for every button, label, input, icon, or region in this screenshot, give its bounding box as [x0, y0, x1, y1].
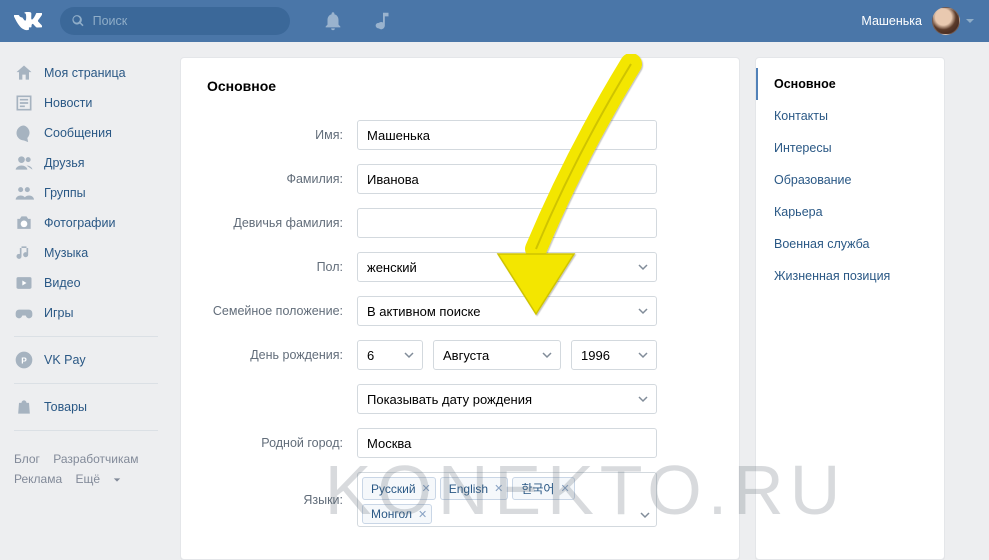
- video-icon: [14, 273, 34, 293]
- label-languages: Языки:: [207, 493, 357, 507]
- label-hometown: Родной город:: [207, 436, 357, 450]
- lang-token: 한국어✕: [512, 477, 574, 500]
- chevron-down-icon: [542, 350, 552, 360]
- news-icon: [14, 93, 34, 113]
- nav-messages[interactable]: Сообщения: [14, 118, 170, 148]
- chevron-down-icon[interactable]: [965, 16, 975, 26]
- lang-token: Монгол✕: [362, 504, 432, 524]
- chevron-down-icon: [638, 394, 648, 404]
- label-name: Имя:: [207, 128, 357, 142]
- chevron-down-icon: [640, 510, 650, 520]
- music-icon[interactable]: [372, 10, 394, 32]
- tab-life-position[interactable]: Жизненная позиция: [756, 260, 944, 292]
- chevron-down-icon: [638, 350, 648, 360]
- surname-input[interactable]: [357, 164, 657, 194]
- tab-interests[interactable]: Интересы: [756, 132, 944, 164]
- svg-text:P: P: [21, 355, 27, 365]
- home-icon: [14, 63, 34, 83]
- nav-groups[interactable]: Группы: [14, 178, 170, 208]
- edit-profile-card: Основное Имя: Фамилия: Девичья фамилия: …: [180, 57, 740, 560]
- remove-token-icon[interactable]: ✕: [560, 482, 569, 495]
- footer-links: Блог Разработчикам Реклама Ещё: [14, 439, 170, 489]
- relationship-select[interactable]: В активном поиске: [357, 296, 657, 326]
- lang-token: English✕: [440, 477, 509, 500]
- nav-my-page[interactable]: Моя страница: [14, 58, 170, 88]
- content-wrap: Моя страница Новости Сообщения Друзья Гр…: [0, 42, 989, 560]
- bday-visibility-select[interactable]: Показывать дату рождения: [357, 384, 657, 414]
- label-surname: Фамилия:: [207, 172, 357, 186]
- left-nav: Моя страница Новости Сообщения Друзья Гр…: [0, 50, 170, 560]
- settings-tabs: Основное Контакты Интересы Образование К…: [755, 57, 945, 560]
- tab-education[interactable]: Образование: [756, 164, 944, 196]
- search-input[interactable]: [93, 14, 278, 28]
- name-input[interactable]: [357, 120, 657, 150]
- notifications-icon[interactable]: [322, 10, 344, 32]
- avatar[interactable]: [932, 7, 960, 35]
- sex-select[interactable]: женский: [357, 252, 657, 282]
- app-header: Машенька: [0, 0, 989, 42]
- footer-ads[interactable]: Реклама: [14, 472, 62, 486]
- bday-year-select[interactable]: 1996: [571, 340, 657, 370]
- search-box[interactable]: [60, 7, 290, 35]
- music-note-icon: [14, 243, 34, 263]
- vkpay-icon: P: [14, 350, 34, 370]
- nav-video[interactable]: Видео: [14, 268, 170, 298]
- footer-blog[interactable]: Блог: [14, 452, 40, 466]
- remove-token-icon[interactable]: ✕: [418, 508, 427, 521]
- languages-select[interactable]: Русский✕ English✕ 한국어✕ Монгол✕: [357, 472, 657, 527]
- tab-contacts[interactable]: Контакты: [756, 100, 944, 132]
- nav-news[interactable]: Новости: [14, 88, 170, 118]
- friends-icon: [14, 153, 34, 173]
- games-icon: [14, 303, 34, 323]
- tab-career[interactable]: Карьера: [756, 196, 944, 228]
- nav-goods[interactable]: Товары: [14, 392, 170, 422]
- remove-token-icon[interactable]: ✕: [422, 482, 431, 495]
- chevron-down-icon: [404, 350, 414, 360]
- label-maiden: Девичья фамилия:: [207, 216, 357, 230]
- label-sex: Пол:: [207, 260, 357, 274]
- nav-vkpay[interactable]: PVK Pay: [14, 345, 170, 375]
- bday-day-select[interactable]: 6: [357, 340, 423, 370]
- nav-games[interactable]: Игры: [14, 298, 170, 328]
- tab-military[interactable]: Военная служба: [756, 228, 944, 260]
- chevron-down-icon: [638, 306, 648, 316]
- vk-logo[interactable]: [14, 7, 42, 35]
- footer-dev[interactable]: Разработчикам: [53, 452, 138, 466]
- card-title: Основное: [207, 78, 713, 94]
- remove-token-icon[interactable]: ✕: [494, 482, 503, 495]
- lang-token: Русский✕: [362, 477, 436, 500]
- groups-icon: [14, 183, 34, 203]
- hometown-input[interactable]: [357, 428, 657, 458]
- footer-more[interactable]: Ещё: [75, 472, 121, 486]
- bag-icon: [14, 397, 34, 417]
- nav-photos[interactable]: Фотографии: [14, 208, 170, 238]
- search-icon: [72, 14, 85, 28]
- label-relationship: Семейное положение:: [207, 304, 357, 318]
- camera-icon: [14, 213, 34, 233]
- label-birthday: День рождения:: [207, 348, 357, 362]
- messages-icon: [14, 123, 34, 143]
- main-area: Основное Имя: Фамилия: Девичья фамилия: …: [170, 50, 989, 560]
- chevron-down-icon: [638, 262, 648, 272]
- nav-music[interactable]: Музыка: [14, 238, 170, 268]
- tab-main[interactable]: Основное: [756, 68, 944, 100]
- header-username[interactable]: Машенька: [861, 14, 922, 28]
- nav-friends[interactable]: Друзья: [14, 148, 170, 178]
- bday-month-select[interactable]: Августа: [433, 340, 561, 370]
- maiden-input[interactable]: [357, 208, 657, 238]
